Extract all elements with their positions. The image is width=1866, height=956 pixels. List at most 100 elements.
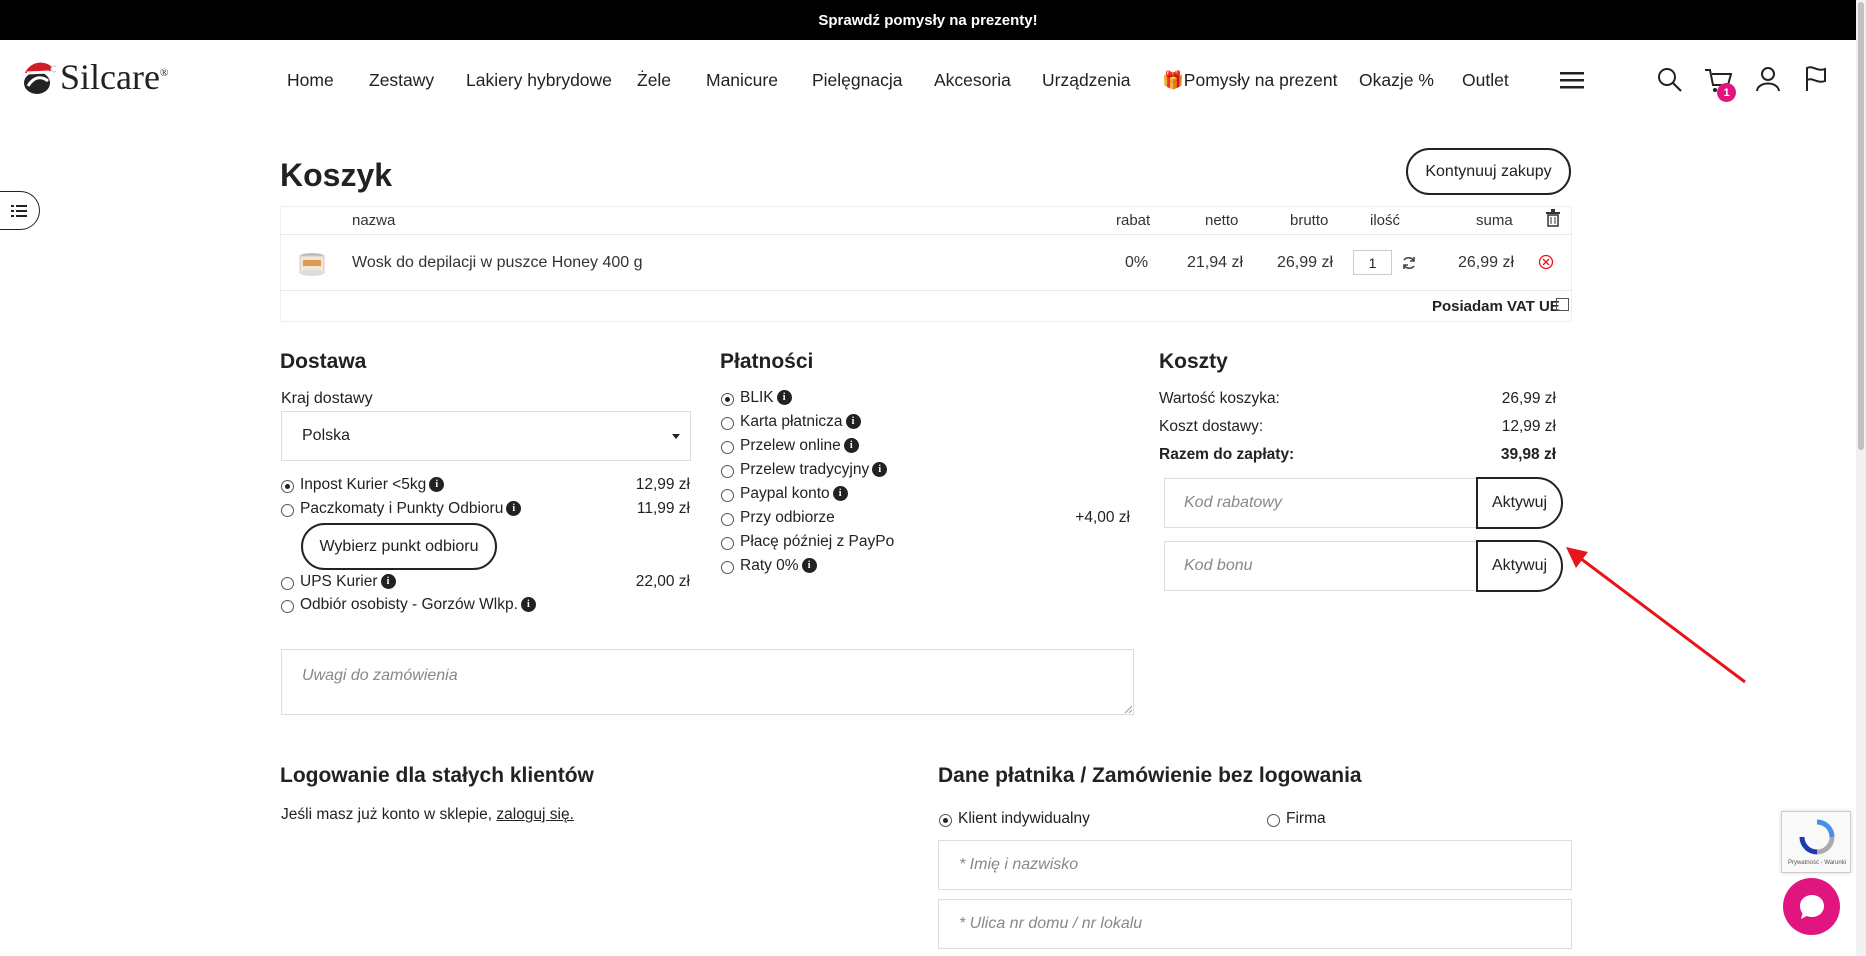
name-input[interactable]: * Imię i nazwisko <box>938 840 1572 890</box>
info-icon[interactable]: i <box>380 574 396 590</box>
payment-option-online[interactable]: Przelew online i <box>740 437 859 455</box>
recaptcha-badge[interactable]: Prywatność - Warunki <box>1781 811 1851 873</box>
shipping-cost-label: Koszt dostawy: <box>1159 418 1264 435</box>
nav-akcesoria[interactable]: Akcesoria <box>934 70 1011 91</box>
individual-label[interactable]: Klient indywidualny <box>958 810 1090 828</box>
user-icon[interactable] <box>1756 66 1780 92</box>
delivery-label-inpost: Inpost Kurier <5kg <box>300 476 427 493</box>
street-input[interactable]: * Ulica nr domu / nr lokalu <box>938 899 1572 949</box>
nav-okazje[interactable]: Okazje % <box>1359 70 1434 91</box>
payment-price-cod: +4,00 zł <box>1075 509 1130 526</box>
info-icon[interactable]: i <box>429 477 445 493</box>
header-sum: suma <box>1476 212 1513 229</box>
nav-pielegnacja[interactable]: Pielęgnacja <box>812 70 902 91</box>
info-icon[interactable]: i <box>801 558 817 574</box>
login-text-line: Jeśli masz już konto w sklepie, zaloguj … <box>281 806 574 824</box>
nav-outlet[interactable]: Outlet <box>1462 70 1509 91</box>
resize-handle-icon[interactable] <box>1124 705 1132 713</box>
product-sum: 26,99 zł <box>1458 254 1515 271</box>
voucher-code-input[interactable]: Kod bonu <box>1164 541 1478 591</box>
remove-item-icon[interactable] <box>1538 254 1554 270</box>
activate-discount-button[interactable]: Aktywuj <box>1476 477 1563 529</box>
payment-radio-blik[interactable] <box>721 393 734 406</box>
individual-radio[interactable] <box>939 814 952 827</box>
activate-voucher-button[interactable]: Aktywuj <box>1476 540 1563 592</box>
payment-option-paypal[interactable]: Paypal konto i <box>740 485 848 503</box>
chat-button[interactable] <box>1783 878 1840 935</box>
payment-option-transfer[interactable]: Przelew tradycyjny i <box>740 461 888 479</box>
nav-pomysly[interactable]: 🎁Pomysły na prezent <box>1162 70 1337 91</box>
delivery-radio-inpost[interactable] <box>281 480 294 493</box>
info-icon[interactable]: i <box>832 486 848 502</box>
continue-shopping-button[interactable]: Kontynuuj zakupy <box>1406 148 1571 195</box>
header-name: nazwa <box>352 212 396 229</box>
shipping-cost: 12,99 zł <box>1501 418 1556 435</box>
payment-option-card[interactable]: Karta płatnicza i <box>740 413 861 431</box>
promo-bar[interactable]: Sprawdź pomysły na prezenty! <box>0 0 1856 40</box>
payment-radio-paypal[interactable] <box>721 489 734 502</box>
info-icon[interactable]: i <box>776 390 792 406</box>
delivery-price-ups: 22,00 zł <box>635 573 690 590</box>
payment-option-cod[interactable]: Przy odbiorze <box>740 509 835 527</box>
search-icon[interactable] <box>1657 67 1683 93</box>
nav-home[interactable]: Home <box>287 70 334 91</box>
refresh-icon[interactable] <box>1401 255 1417 271</box>
scrollbar-thumb[interactable] <box>1858 2 1864 450</box>
country-value: Polska <box>302 427 351 444</box>
sidebar-toggle[interactable] <box>0 191 40 230</box>
delivery-option-ups[interactable]: UPS Kurier i <box>300 573 396 591</box>
delivery-radio-ups[interactable] <box>281 577 294 590</box>
delivery-option-inpost[interactable]: Inpost Kurier <5kg i <box>300 476 445 494</box>
payment-radio-card[interactable] <box>721 417 734 430</box>
product-thumbnail[interactable] <box>299 251 325 277</box>
payment-radio-transfer[interactable] <box>721 465 734 478</box>
payment-radio-paypo[interactable] <box>721 537 734 550</box>
delivery-title: Dostawa <box>280 350 367 373</box>
info-icon[interactable]: i <box>845 414 861 430</box>
chat-icon <box>1799 894 1824 919</box>
payment-label-card: Karta płatnicza <box>740 413 843 430</box>
payment-radio-online[interactable] <box>721 441 734 454</box>
payment-radio-cod[interactable] <box>721 513 734 526</box>
company-label[interactable]: Firma <box>1286 810 1326 828</box>
product-name[interactable]: Wosk do depilacji w puszce Honey 400 g <box>352 254 643 272</box>
order-notes-textarea[interactable]: Uwagi do zamówienia <box>281 649 1134 715</box>
delivery-radio-paczkomaty[interactable] <box>281 504 294 517</box>
cart-header-divider <box>281 234 1571 235</box>
nav-urzadzenia[interactable]: Urządzenia <box>1042 70 1131 91</box>
vat-ue-checkbox[interactable] <box>1556 298 1569 311</box>
delivery-option-odbior[interactable]: Odbiór osobisty - Gorzów Wlkp. i <box>300 596 536 614</box>
payment-radio-raty[interactable] <box>721 561 734 574</box>
page-title: Koszyk <box>280 157 393 193</box>
discount-code-input[interactable]: Kod rabatowy <box>1164 478 1478 528</box>
flag-icon[interactable] <box>1805 66 1827 92</box>
nav-zele[interactable]: Żele <box>637 70 671 91</box>
payments-title: Płatności <box>720 350 814 373</box>
delivery-label-paczkomaty: Paczkomaty i Punkty Odbioru <box>300 500 504 517</box>
payment-label-blik: BLIK <box>740 389 774 406</box>
logo-text: Silcare <box>60 57 160 97</box>
recaptcha-icon <box>1799 819 1835 855</box>
trash-icon[interactable] <box>1545 209 1561 227</box>
payment-option-blik[interactable]: BLIK i <box>740 389 792 407</box>
country-select[interactable]: Polska <box>281 411 691 461</box>
login-link[interactable]: zaloguj się. <box>496 806 574 823</box>
page-scrollbar[interactable] <box>1856 0 1866 956</box>
logo[interactable]: Silcare® <box>22 56 168 98</box>
nav-lakiery[interactable]: Lakiery hybrydowe <box>466 70 612 91</box>
payment-option-paypo[interactable]: Płacę później z PayPo <box>740 533 894 551</box>
nav-manicure[interactable]: Manicure <box>706 70 778 91</box>
menu-icon[interactable] <box>1560 70 1584 90</box>
choose-pickup-point-button[interactable]: Wybierz punkt odbioru <box>301 523 497 570</box>
quantity-input[interactable]: 1 <box>1353 250 1392 275</box>
company-radio[interactable] <box>1267 814 1280 827</box>
nav-zestawy[interactable]: Zestawy <box>369 70 434 91</box>
info-icon[interactable]: i <box>872 462 888 478</box>
info-icon[interactable]: i <box>843 438 859 454</box>
info-icon[interactable]: i <box>520 597 536 613</box>
promo-text: Sprawdź pomysły na prezenty! <box>818 11 1038 29</box>
info-icon[interactable]: i <box>506 501 522 517</box>
delivery-radio-odbior[interactable] <box>281 600 294 613</box>
payment-option-raty[interactable]: Raty 0% i <box>740 557 817 575</box>
delivery-option-paczkomaty[interactable]: Paczkomaty i Punkty Odbioru i <box>300 500 522 518</box>
